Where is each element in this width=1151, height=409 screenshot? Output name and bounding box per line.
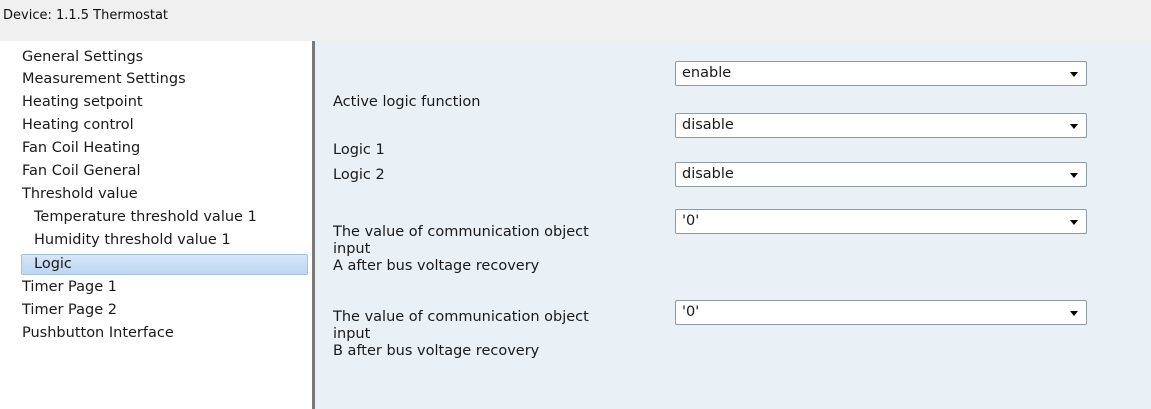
tree-item-label: Fan Coil General — [22, 163, 141, 179]
logic-1-dropdown[interactable]: disable — [675, 113, 1087, 138]
chevron-down-icon — [1070, 220, 1078, 225]
tree-item-fan-coil-general[interactable]: Fan Coil General — [0, 160, 312, 182]
tree-item-fan-coil-heating[interactable]: Fan Coil Heating — [0, 137, 312, 159]
tree-item-threshold-value[interactable]: Threshold value — [0, 183, 312, 205]
chevron-down-icon — [1070, 311, 1078, 316]
dropdown-value: disable — [682, 166, 734, 182]
tree-item-label: Measurement Settings — [22, 71, 186, 87]
tree-item-temperature-threshold-value-1[interactable]: Temperature threshold value 1 — [0, 206, 312, 228]
param-label-object-b-line-3: B after bus voltage recovery — [333, 343, 540, 359]
tree-item-label: Fan Coil Heating — [22, 140, 141, 156]
tree-item-label: Temperature threshold value 1 — [34, 209, 257, 225]
tree-item-label: Heating setpoint — [22, 94, 143, 110]
tree-item-label: Heating control — [22, 117, 134, 133]
tree-item-general-settings[interactable]: General Settings — [0, 46, 312, 68]
active-logic-function-dropdown[interactable]: enable — [675, 61, 1087, 86]
object-a-recovery-value-dropdown[interactable]: '0' — [675, 209, 1087, 234]
tree-item-label: General Settings — [22, 49, 144, 65]
chevron-down-icon — [1070, 72, 1078, 77]
param-label-object-a-line-3: A after bus voltage recovery — [333, 258, 540, 274]
dropdown-value: '0' — [682, 304, 700, 320]
chevron-down-icon — [1070, 173, 1078, 178]
chevron-down-icon — [1070, 124, 1078, 129]
tree-item-label: Humidity threshold value 1 — [34, 232, 231, 248]
tree-item-pushbutton-interface[interactable]: Pushbutton Interface — [0, 322, 312, 344]
tree-item-humidity-threshold-value-1[interactable]: Humidity threshold value 1 — [0, 229, 312, 251]
logic-2-dropdown[interactable]: disable — [675, 162, 1087, 187]
object-b-recovery-value-dropdown[interactable]: '0' — [675, 300, 1087, 325]
parameter-tree: General Settings Measurement Settings He… — [0, 41, 312, 409]
param-label-object-b-line-2: input — [333, 326, 371, 342]
tree-item-heating-control[interactable]: Heating control — [0, 114, 312, 136]
tree-item-label: Logic — [34, 256, 72, 272]
dropdown-value: enable — [682, 65, 732, 81]
param-label-object-a-line-1: The value of communication object — [333, 224, 589, 240]
tree-item-measurement-settings[interactable]: Measurement Settings — [0, 68, 312, 90]
tree-item-logic[interactable]: Logic — [0, 253, 312, 275]
dropdown-value: disable — [682, 117, 734, 133]
parameter-panel: Active logic function enable Logic 1 dis… — [315, 41, 1151, 409]
tree-item-timer-page-1[interactable]: Timer Page 1 — [0, 276, 312, 298]
tree-item-label: Timer Page 1 — [22, 279, 117, 295]
title-bar: Device: 1.1.5 Thermostat — [0, 0, 1151, 41]
param-label-object-a-line-2: input — [333, 241, 371, 257]
param-label-logic-2: Logic 2 — [333, 167, 385, 183]
tree-item-label: Threshold value — [22, 186, 138, 202]
tree-item-heating-setpoint[interactable]: Heating setpoint — [0, 91, 312, 113]
dropdown-value: '0' — [682, 213, 700, 229]
tree-item-timer-page-2[interactable]: Timer Page 2 — [0, 299, 312, 321]
param-label-object-b-line-1: The value of communication object — [333, 309, 589, 325]
param-label-active-logic-function: Active logic function — [333, 94, 481, 110]
tree-item-label: Timer Page 2 — [22, 302, 117, 318]
tree-item-label: Pushbutton Interface — [22, 325, 174, 341]
device-title: Device: 1.1.5 Thermostat — [3, 8, 169, 23]
param-label-logic-1: Logic 1 — [333, 142, 385, 158]
